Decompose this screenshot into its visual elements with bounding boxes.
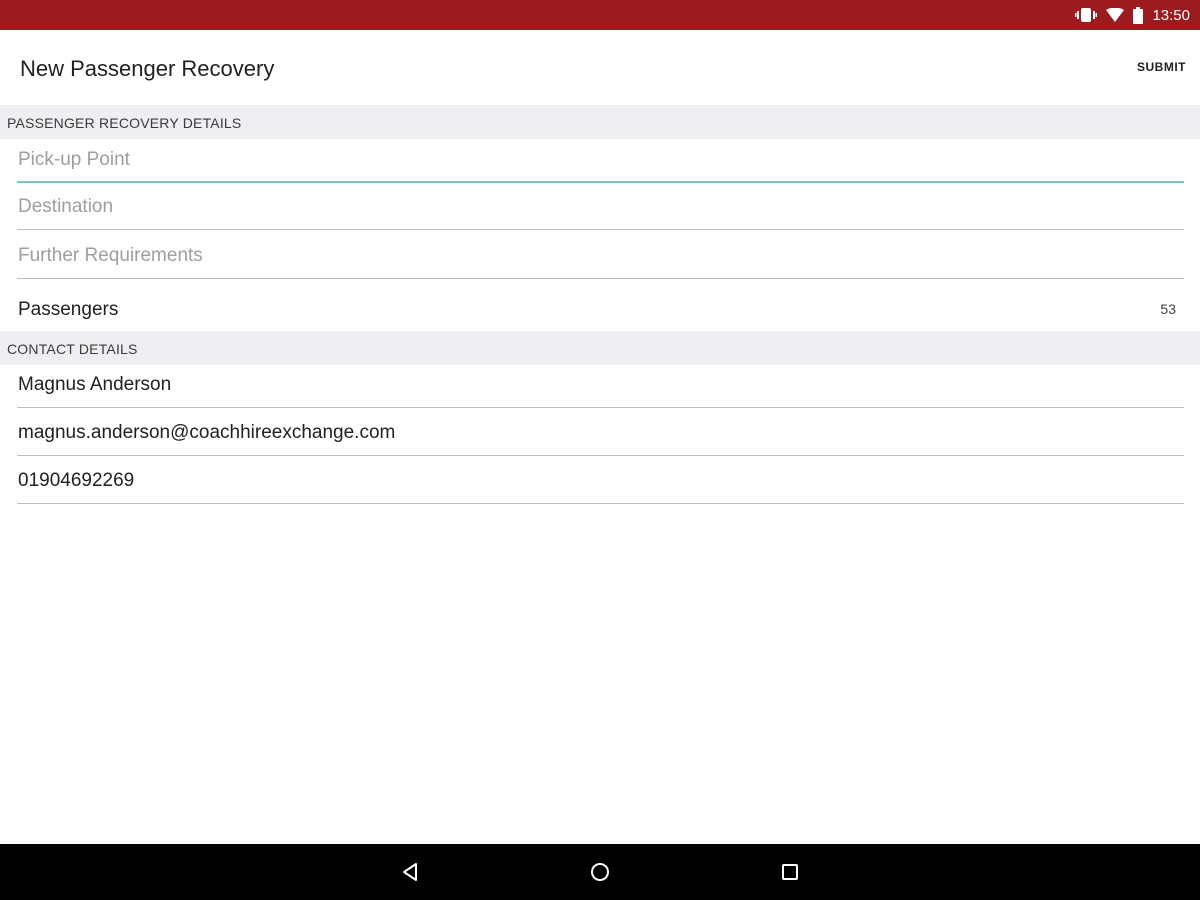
destination-input[interactable] — [18, 194, 1168, 220]
passengers-label: Passengers — [18, 299, 119, 320]
back-icon[interactable] — [396, 858, 424, 886]
wifi-icon — [1106, 8, 1125, 22]
further-requirements-field[interactable] — [17, 235, 1184, 279]
section-header-label: CONTACT DETAILS — [7, 341, 138, 357]
submit-button[interactable]: SUBMIT — [1137, 60, 1186, 74]
navigation-bar — [0, 844, 1200, 900]
section-header-passenger-recovery: PASSENGER RECOVERY DETAILS — [0, 105, 1200, 139]
contact-phone-field[interactable]: 01904692269 — [17, 460, 1184, 504]
pickup-point-input[interactable] — [18, 147, 1168, 173]
recents-icon[interactable] — [776, 858, 804, 886]
passengers-count[interactable]: 53 — [1160, 301, 1176, 317]
vibrate-icon — [1075, 7, 1098, 23]
status-icons: 13:50 — [1075, 0, 1190, 30]
contact-phone-value[interactable]: 01904692269 — [18, 470, 134, 492]
home-icon[interactable] — [586, 858, 614, 886]
battery-icon — [1133, 6, 1144, 24]
further-requirements-input[interactable] — [18, 243, 1168, 269]
status-time: 13:50 — [1152, 6, 1190, 24]
passengers-row[interactable]: Passengers 53 — [0, 286, 1200, 331]
contact-name-value[interactable]: Magnus Anderson — [18, 374, 171, 396]
destination-field[interactable] — [17, 186, 1184, 230]
page-title: New Passenger Recovery — [20, 56, 275, 81]
pickup-point-field[interactable] — [17, 139, 1184, 183]
contact-email-value[interactable]: magnus.anderson@coachhireexchange.com — [18, 422, 395, 444]
contact-email-field[interactable]: magnus.anderson@coachhireexchange.com — [17, 412, 1184, 456]
section-header-contact-details: CONTACT DETAILS — [0, 331, 1200, 365]
contact-name-field[interactable]: Magnus Anderson — [17, 364, 1184, 408]
section-header-label: PASSENGER RECOVERY DETAILS — [7, 115, 242, 131]
toolbar: New Passenger Recovery SUBMIT — [0, 30, 1200, 105]
status-bar: 13:50 — [0, 0, 1200, 30]
